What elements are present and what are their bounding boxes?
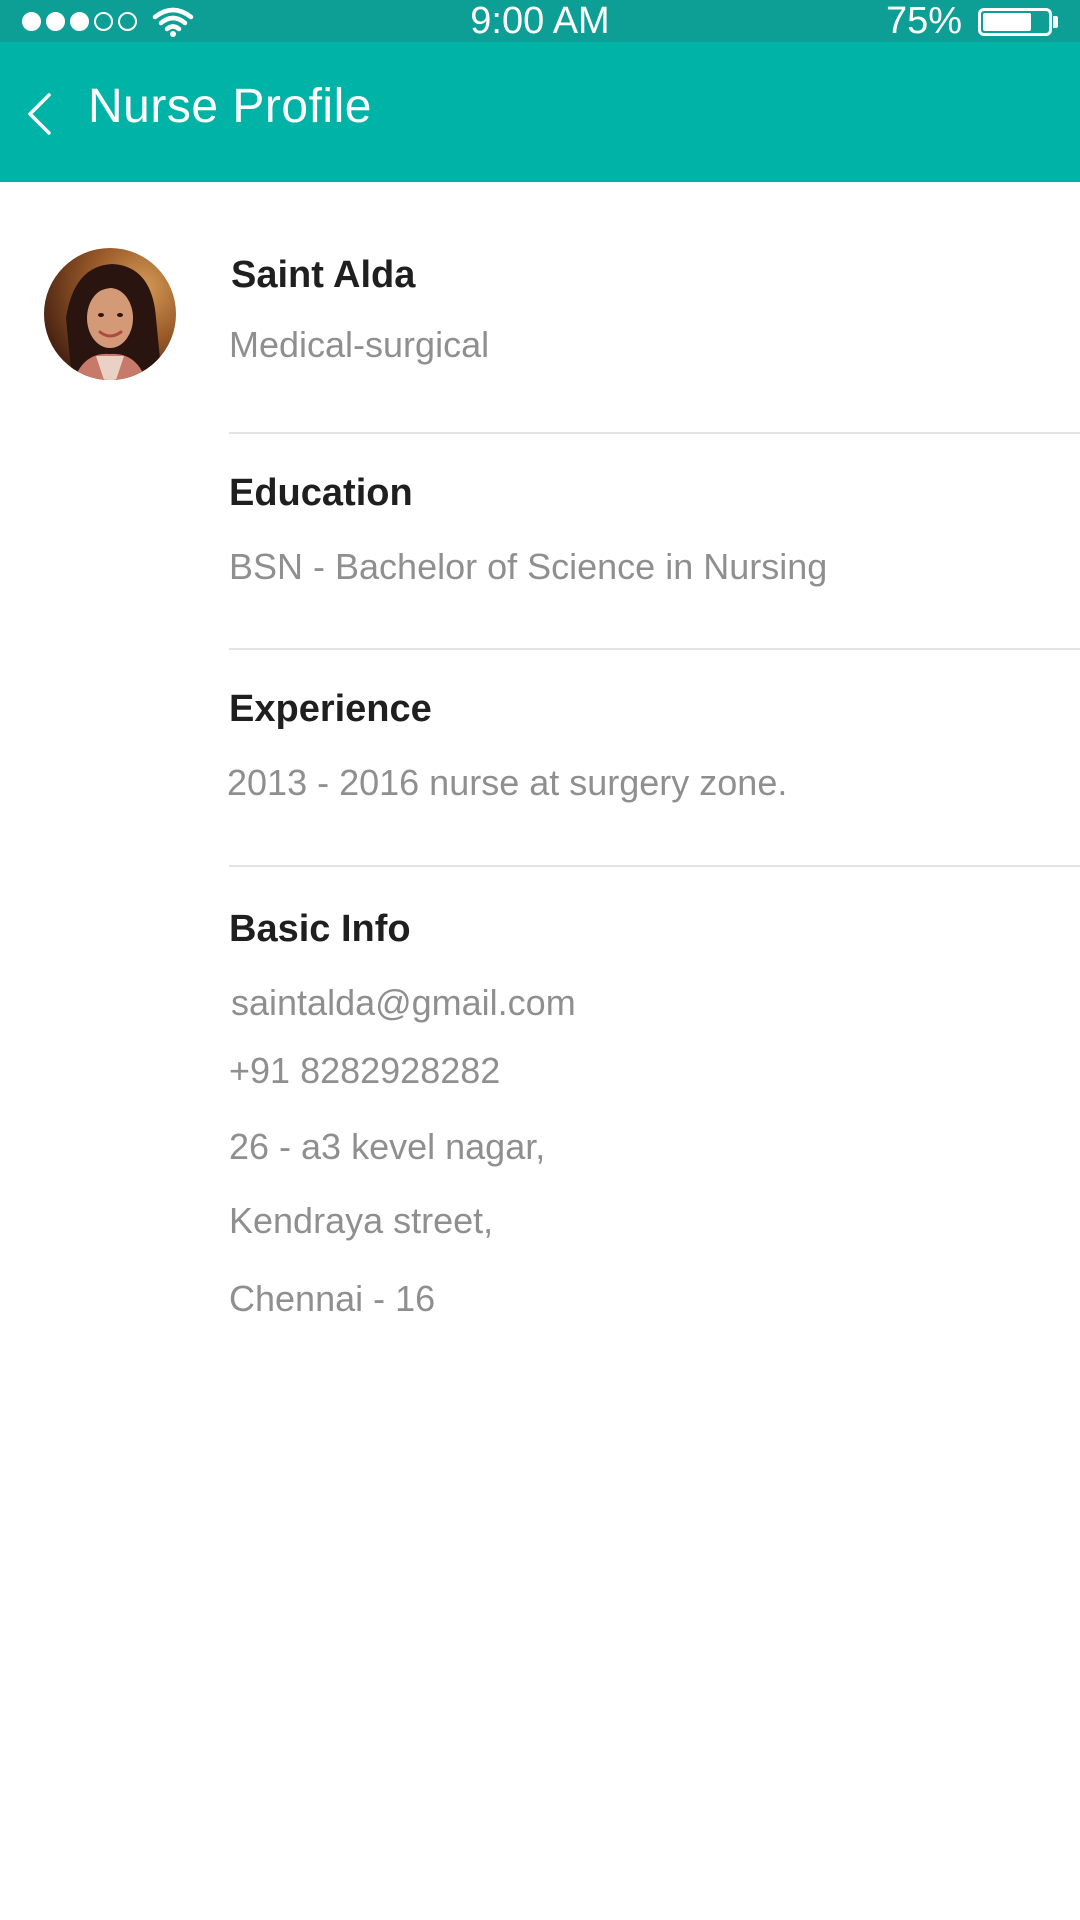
education-title: Education [229, 472, 413, 514]
address-line-2: Kendraya street, [229, 1200, 494, 1241]
divider [229, 432, 1080, 434]
divider [229, 648, 1080, 650]
avatar [44, 248, 176, 380]
battery-tip [1053, 16, 1058, 28]
nurse-photo [44, 248, 176, 380]
experience-value: 2013 - 2016 nurse at surgery zone. [227, 762, 788, 803]
address-line-1: 26 - a3 kevel nagar, [229, 1126, 546, 1167]
page-title: Nurse Profile [88, 80, 372, 133]
battery-percent: 75% [885, 0, 962, 42]
basic-info-title: Basic Info [229, 908, 411, 950]
battery-level [983, 13, 1031, 31]
email-text[interactable]: saintalda@gmail.com [231, 982, 576, 1024]
phone-text[interactable]: +91 8282928282 [229, 1050, 500, 1092]
back-button[interactable] [10, 72, 80, 152]
app-bar: Nurse Profile [0, 42, 1080, 182]
nurse-specialty: Medical-surgical [229, 324, 490, 365]
divider [229, 865, 1080, 867]
nurse-name: Saint Alda [231, 254, 416, 296]
battery-icon [978, 8, 1052, 36]
education-value: BSN - Bachelor of Science in Nursing [229, 546, 828, 587]
status-bar: 9:00 AM 75% [0, 0, 1080, 42]
chevron-left-icon [28, 93, 51, 135]
experience-title: Experience [229, 688, 432, 730]
address-line-3: Chennai - 16 [229, 1278, 436, 1319]
